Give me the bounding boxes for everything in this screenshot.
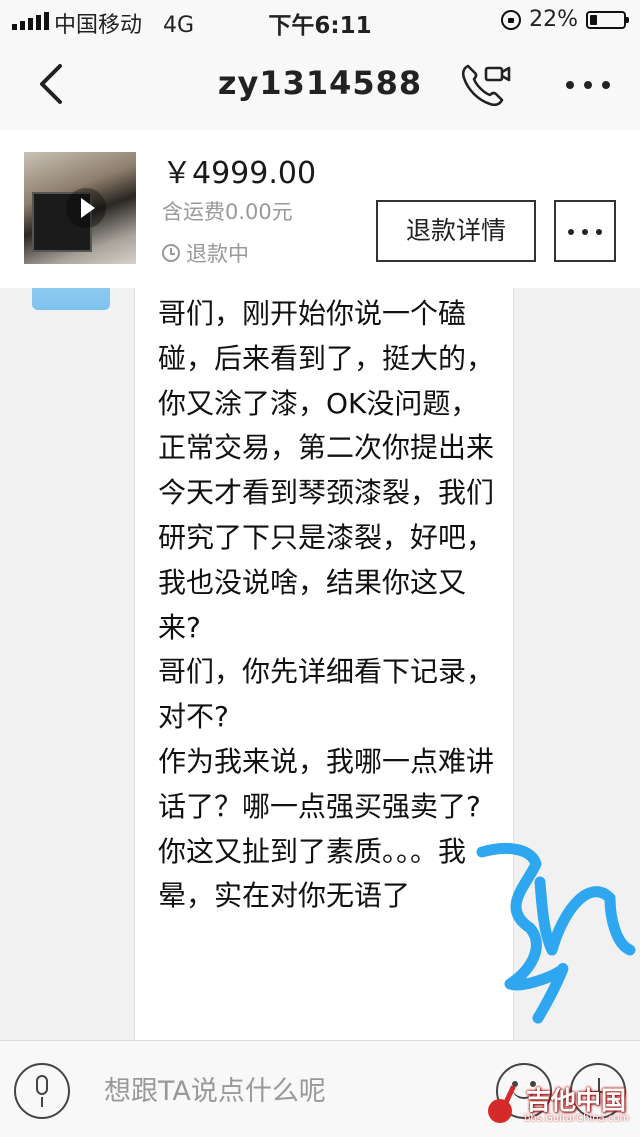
refund-status: 退款中 xyxy=(162,238,249,268)
watermark-logo: 吉他中国 bbs.GuitarChina.com xyxy=(486,1079,636,1133)
chat-area[interactable]: 哥们，刚开始你说一个磕碰，后来看到了，挺大的，你又涂了漆，OK没问题，正常交易，… xyxy=(0,288,640,1040)
product-card: ￥4999.00 含运费0.00元 退款中 退款详情 xyxy=(0,130,640,289)
input-bar: 想跟TA说点什么呢 吉他中国 bbs.GuitarChina.com xyxy=(0,1040,640,1137)
nav-bar: zy1314588 xyxy=(0,40,640,130)
play-icon[interactable] xyxy=(66,188,106,228)
status-bar: 中国移动 4G 下午6:11 22% xyxy=(0,0,640,40)
chat-title: zy1314588 xyxy=(217,64,423,102)
guitar-logo-icon xyxy=(488,1085,516,1123)
watermark-url: bbs.GuitarChina.com xyxy=(524,1113,630,1124)
watermark-text: 吉他中国 xyxy=(526,1086,627,1115)
product-price: ￥4999.00 xyxy=(162,156,317,191)
message-text: 哥们，刚开始你说一个磕碰，后来看到了，挺大的，你又涂了漆，OK没问题，正常交易，… xyxy=(158,297,495,913)
refund-details-button[interactable]: 退款详情 xyxy=(376,200,536,262)
product-thumbnail[interactable] xyxy=(24,152,136,264)
shipping-info: 含运费0.00元 xyxy=(162,200,293,224)
clock-icon xyxy=(162,244,180,262)
battery-percent: 22% xyxy=(529,7,578,32)
refund-status-label: 退款中 xyxy=(186,242,249,266)
phone-video-icon[interactable] xyxy=(458,60,512,110)
product-more-button[interactable] xyxy=(554,200,616,262)
battery-icon xyxy=(586,10,629,29)
avatar[interactable] xyxy=(32,288,110,310)
rotation-lock-icon xyxy=(501,9,522,30)
more-icon[interactable] xyxy=(560,70,616,100)
microphone-icon[interactable] xyxy=(14,1063,70,1119)
message-input[interactable]: 想跟TA说点什么呢 xyxy=(104,1069,326,1108)
